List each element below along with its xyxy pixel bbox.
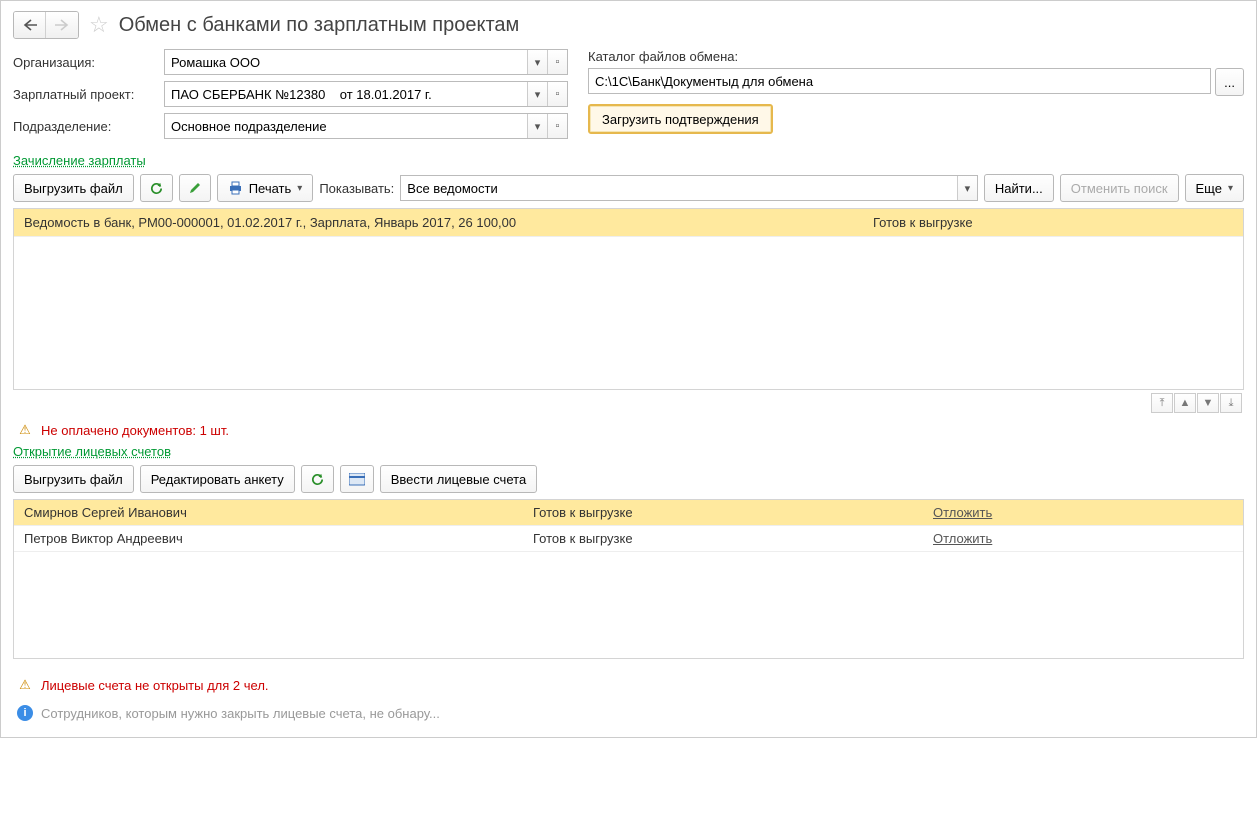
info-icon: i: [17, 705, 33, 721]
division-open-button[interactable]: ▫: [547, 114, 567, 138]
label-division: Подразделение:: [13, 119, 158, 134]
forward-button[interactable]: [46, 12, 78, 38]
catalog-path-field[interactable]: [588, 68, 1211, 94]
org-dropdown-button[interactable]: ▾: [527, 50, 547, 74]
refresh-icon: [149, 181, 164, 196]
warning-icon: ⚠: [17, 677, 33, 693]
create-accounts-button[interactable]: Ввести лицевые счета: [380, 465, 537, 493]
no-close-found-message: Сотрудников, которым нужно закрыть лицев…: [41, 706, 440, 721]
org-open-button[interactable]: ▫: [547, 50, 567, 74]
division-dropdown-button[interactable]: ▾: [527, 114, 547, 138]
favorite-star-icon[interactable]: ☆: [89, 12, 109, 38]
page-title: Обмен с банками по зарплатным проектам: [119, 14, 520, 37]
postpone-link[interactable]: Отложить: [933, 505, 992, 520]
project-input[interactable]: [165, 82, 527, 106]
grid-nav-up[interactable]: ▲: [1174, 393, 1196, 413]
statements-grid[interactable]: Ведомость в банк, РМ00-000001, 01.02.201…: [13, 208, 1244, 390]
edit-form-button[interactable]: Редактировать анкету: [140, 465, 295, 493]
statement-status: Готов к выгрузке: [873, 215, 1233, 230]
find-button[interactable]: Найти...: [984, 174, 1054, 202]
label-catalog: Каталог файлов обмена:: [588, 49, 1244, 64]
organization-input[interactable]: [165, 50, 527, 74]
grid-nav-last[interactable]: ⤓: [1220, 393, 1242, 413]
refresh-button-2[interactable]: [301, 465, 334, 493]
project-field[interactable]: ▾ ▫: [164, 81, 568, 107]
grid-nav-first[interactable]: ⤒: [1151, 393, 1173, 413]
organization-field[interactable]: ▾ ▫: [164, 49, 568, 75]
refresh-icon: [310, 472, 325, 487]
employee-status: Готов к выгрузке: [533, 505, 933, 520]
show-filter-dropdown-button[interactable]: ▾: [957, 176, 977, 200]
statement-text: Ведомость в банк, РМ00-000001, 01.02.201…: [24, 215, 873, 230]
more-button[interactable]: Еще ▾: [1185, 174, 1244, 202]
division-input[interactable]: [165, 114, 527, 138]
label-project: Зарплатный проект:: [13, 87, 158, 102]
catalog-path-input[interactable]: [589, 69, 1210, 93]
chevron-down-icon: ▾: [297, 183, 302, 194]
salary-credit-link[interactable]: Зачисление зарплаты: [13, 153, 146, 168]
card-icon: [349, 473, 365, 486]
unpaid-message: Не оплачено документов: 1 шт.: [41, 423, 229, 438]
cancel-find-button[interactable]: Отменить поиск: [1060, 174, 1179, 202]
show-filter-field[interactable]: ▾: [400, 175, 978, 201]
export-file-button[interactable]: Выгрузить файл: [13, 174, 134, 202]
more-label: Еще: [1196, 181, 1222, 196]
employee-name: Смирнов Сергей Иванович: [24, 505, 533, 520]
load-confirmations-button[interactable]: Загрузить подтверждения: [588, 104, 773, 134]
chevron-down-icon: ▾: [1228, 183, 1233, 194]
grid-nav-arrows: ⤒ ▲ ▼ ⤓: [13, 390, 1244, 416]
project-dropdown-button[interactable]: ▾: [527, 82, 547, 106]
statements-grid-row[interactable]: Ведомость в банк, РМ00-000001, 01.02.201…: [14, 209, 1243, 237]
employee-status: Готов к выгрузке: [533, 531, 933, 546]
open-accounts-link[interactable]: Открытие лицевых счетов: [13, 444, 171, 459]
accounts-not-open-message: Лицевые счета не открыты для 2 чел.: [41, 678, 269, 693]
warning-icon: ⚠: [17, 422, 33, 438]
card-button[interactable]: [340, 465, 374, 493]
employees-grid[interactable]: Смирнов Сергей ИвановичГотов к выгрузкеО…: [13, 499, 1244, 659]
back-button[interactable]: [14, 12, 46, 38]
label-show: Показывать:: [319, 181, 394, 196]
refresh-button[interactable]: [140, 174, 173, 202]
catalog-browse-button[interactable]: ...: [1215, 68, 1244, 96]
project-open-button[interactable]: ▫: [547, 82, 567, 106]
print-label: Печать: [249, 181, 292, 196]
printer-icon: [228, 181, 243, 195]
nav-buttons[interactable]: [13, 11, 79, 39]
print-button[interactable]: Печать ▾: [217, 174, 314, 202]
edit-button[interactable]: [179, 174, 211, 202]
export-file-button-2[interactable]: Выгрузить файл: [13, 465, 134, 493]
postpone-link[interactable]: Отложить: [933, 531, 992, 546]
division-field[interactable]: ▾ ▫: [164, 113, 568, 139]
employees-grid-row[interactable]: Петров Виктор АндреевичГотов к выгрузкеО…: [14, 526, 1243, 552]
label-organization: Организация:: [13, 55, 158, 70]
employee-name: Петров Виктор Андреевич: [24, 531, 533, 546]
pencil-icon: [188, 181, 202, 195]
grid-nav-down[interactable]: ▼: [1197, 393, 1219, 413]
employees-grid-row[interactable]: Смирнов Сергей ИвановичГотов к выгрузкеО…: [14, 500, 1243, 526]
show-filter-input[interactable]: [401, 176, 957, 200]
